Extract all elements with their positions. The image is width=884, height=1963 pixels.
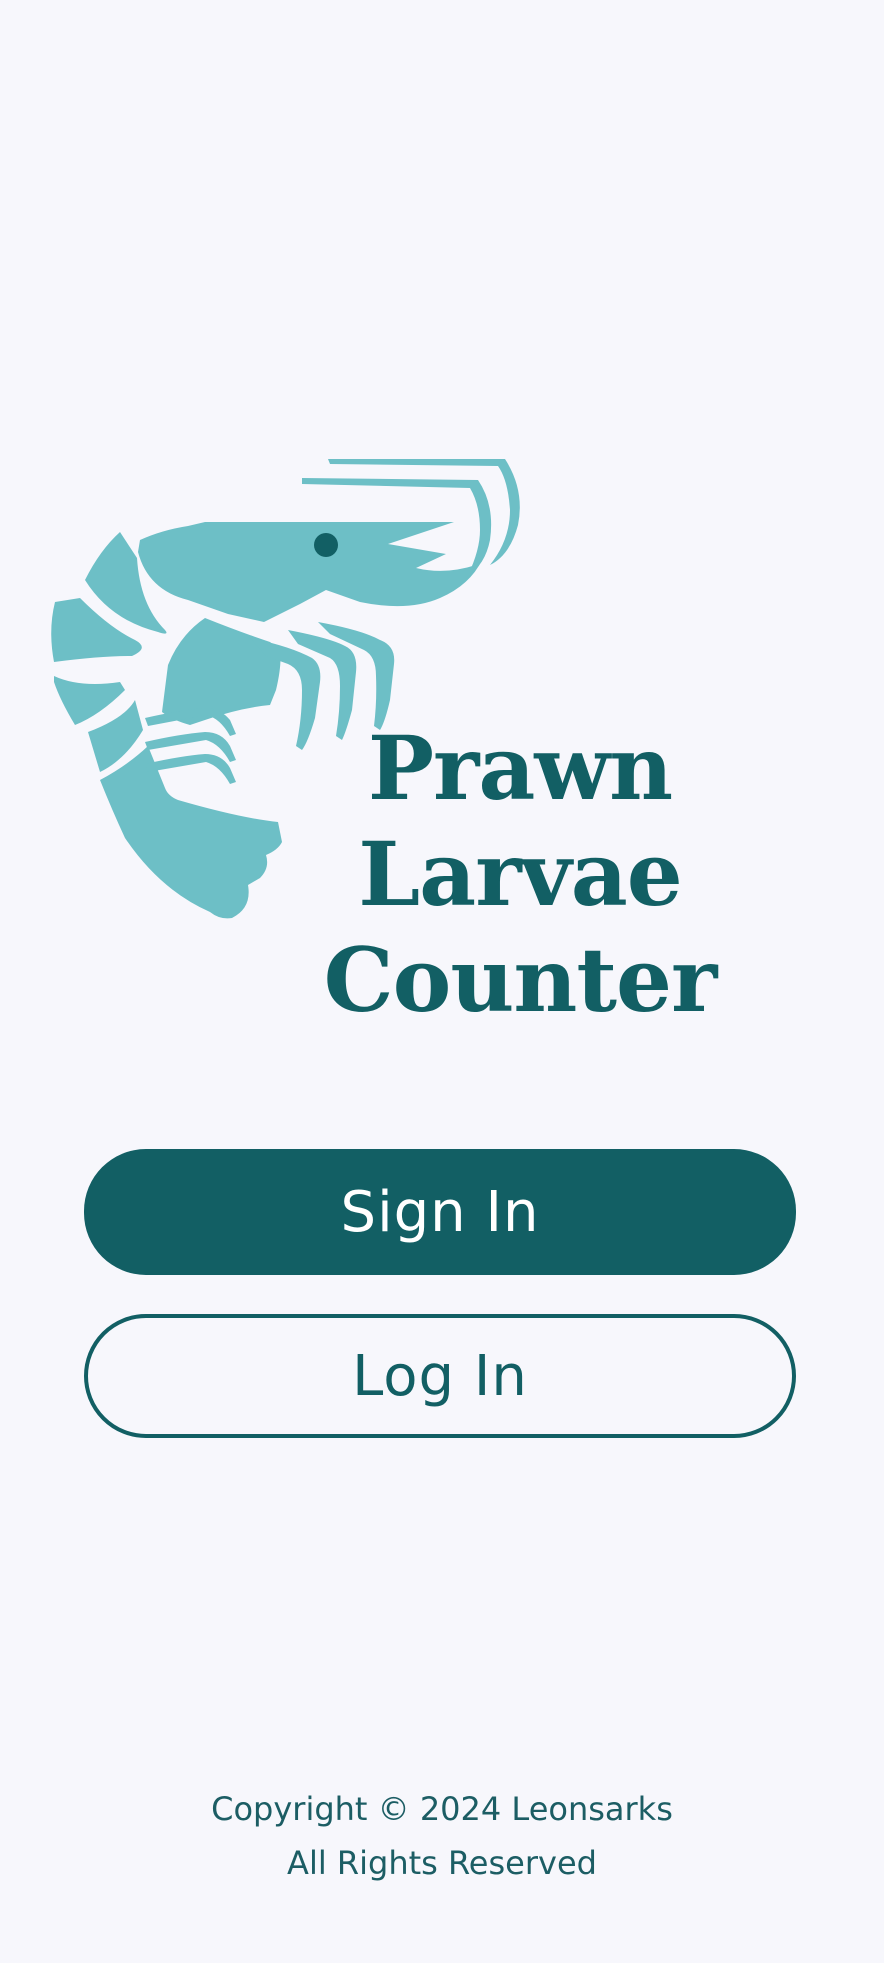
rights-text: All Rights Reserved [287,1844,597,1882]
sign-in-button[interactable]: Sign In [84,1149,796,1275]
app-title-line1: Prawn Larvae [358,716,682,926]
log-in-button-label: Log In [352,1343,528,1409]
app-title-line2: Counter [323,928,718,1032]
app-title: Prawn Larvae Counter [210,715,830,1033]
log-in-button[interactable]: Log In [84,1314,796,1438]
copyright-text: Copyright © 2024 Leonsarks [211,1790,673,1828]
footer: Copyright © 2024 Leonsarks All Rights Re… [0,1782,884,1890]
app-logo: Prawn Larvae Counter [40,450,820,1032]
sign-in-button-label: Sign In [340,1179,540,1245]
